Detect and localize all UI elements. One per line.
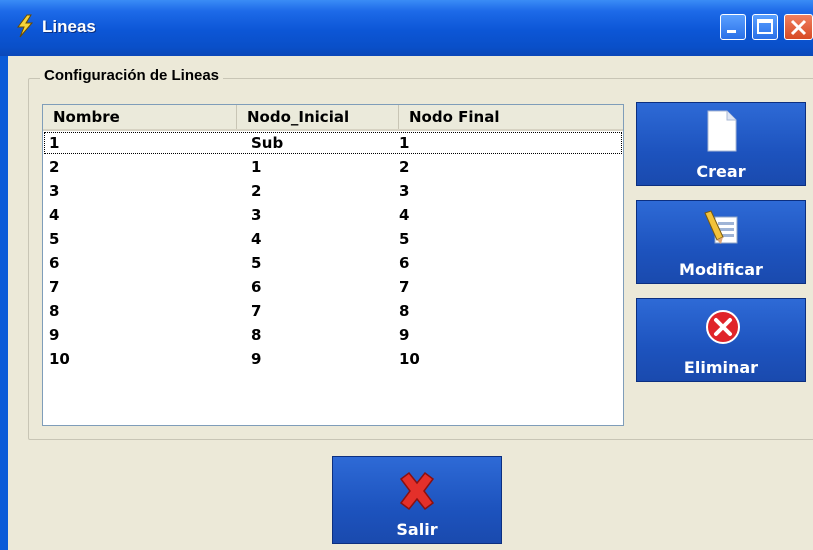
cell-nodo-inicial: 5 bbox=[251, 254, 262, 272]
cell-nombre: 10 bbox=[49, 350, 70, 368]
cell-nodo-inicial: 3 bbox=[251, 206, 262, 224]
minimize-icon bbox=[727, 30, 736, 33]
column-header-nodo-final[interactable]: Nodo Final bbox=[399, 105, 623, 129]
window-title: Lineas bbox=[42, 17, 96, 36]
cell-nodo-final: 9 bbox=[399, 326, 410, 344]
cell-nombre: 3 bbox=[49, 182, 60, 200]
lines-list[interactable]: Nombre Nodo_Inicial Nodo Final 1 Sub 1 2 1 2 3… bbox=[42, 104, 624, 426]
cell-nodo-inicial: 8 bbox=[251, 326, 262, 344]
lineas-window: Lineas Configuración de Lineas Nombre No… bbox=[0, 0, 813, 550]
eliminar-button[interactable]: Eliminar bbox=[636, 298, 806, 382]
column-header-nombre[interactable]: Nombre bbox=[43, 105, 237, 129]
column-header-nodo-inicial[interactable]: Nodo_Inicial bbox=[237, 105, 399, 129]
table-row[interactable]: 1 Sub 1 bbox=[43, 131, 623, 155]
cell-nombre: 8 bbox=[49, 302, 60, 320]
close-icon bbox=[790, 19, 807, 36]
new-document-icon bbox=[707, 110, 737, 152]
cell-nodo-inicial: 9 bbox=[251, 350, 262, 368]
edit-document-icon bbox=[704, 210, 738, 244]
maximize-icon bbox=[757, 19, 773, 34]
cell-nodo-inicial: Sub bbox=[251, 134, 284, 152]
delete-circle-icon bbox=[706, 310, 740, 344]
cell-nodo-final: 3 bbox=[399, 182, 410, 200]
minimize-button[interactable] bbox=[720, 14, 746, 40]
cell-nombre: 9 bbox=[49, 326, 60, 344]
client-area: Configuración de Lineas Nombre Nodo_Inic… bbox=[8, 56, 813, 550]
salir-button[interactable]: Salir bbox=[332, 456, 502, 544]
cell-nodo-final: 5 bbox=[399, 230, 410, 248]
cell-nombre: 4 bbox=[49, 206, 60, 224]
cell-nombre: 2 bbox=[49, 158, 60, 176]
cell-nodo-final: 2 bbox=[399, 158, 410, 176]
cell-nodo-inicial: 1 bbox=[251, 158, 262, 176]
title-bar[interactable]: Lineas bbox=[0, 0, 813, 56]
table-row[interactable]: 9 8 9 bbox=[43, 323, 623, 347]
cell-nodo-final: 10 bbox=[399, 350, 420, 368]
table-row[interactable]: 6 5 6 bbox=[43, 251, 623, 275]
cell-nodo-inicial: 4 bbox=[251, 230, 262, 248]
table-row[interactable]: 7 6 7 bbox=[43, 275, 623, 299]
list-header: Nombre Nodo_Inicial Nodo Final bbox=[43, 105, 623, 131]
exit-x-icon bbox=[399, 471, 435, 511]
group-label: Configuración de Lineas bbox=[40, 67, 224, 84]
table-row[interactable]: 3 2 3 bbox=[43, 179, 623, 203]
close-button[interactable] bbox=[784, 14, 813, 40]
cell-nodo-final: 6 bbox=[399, 254, 410, 272]
modificar-button[interactable]: Modificar bbox=[636, 200, 806, 284]
salir-label: Salir bbox=[396, 520, 438, 539]
table-row[interactable]: 10 9 10 bbox=[43, 347, 623, 371]
cell-nodo-final: 7 bbox=[399, 278, 410, 296]
modificar-label: Modificar bbox=[679, 260, 763, 279]
cell-nombre: 7 bbox=[49, 278, 60, 296]
cell-nombre: 5 bbox=[49, 230, 60, 248]
cell-nodo-final: 1 bbox=[399, 134, 410, 152]
crear-label: Crear bbox=[696, 162, 746, 181]
cell-nodo-inicial: 2 bbox=[251, 182, 262, 200]
cell-nombre: 6 bbox=[49, 254, 60, 272]
maximize-button[interactable] bbox=[752, 14, 778, 40]
table-row[interactable]: 5 4 5 bbox=[43, 227, 623, 251]
crear-button[interactable]: Crear bbox=[636, 102, 806, 186]
cell-nodo-final: 8 bbox=[399, 302, 410, 320]
cell-nodo-inicial: 7 bbox=[251, 302, 262, 320]
table-row[interactable]: 8 7 8 bbox=[43, 299, 623, 323]
cell-nombre: 1 bbox=[49, 134, 60, 152]
cell-nodo-inicial: 6 bbox=[251, 278, 262, 296]
eliminar-label: Eliminar bbox=[683, 358, 759, 377]
cell-nodo-final: 4 bbox=[399, 206, 410, 224]
table-row[interactable]: 4 3 4 bbox=[43, 203, 623, 227]
table-row[interactable]: 2 1 2 bbox=[43, 155, 623, 179]
lightning-icon bbox=[17, 14, 34, 38]
